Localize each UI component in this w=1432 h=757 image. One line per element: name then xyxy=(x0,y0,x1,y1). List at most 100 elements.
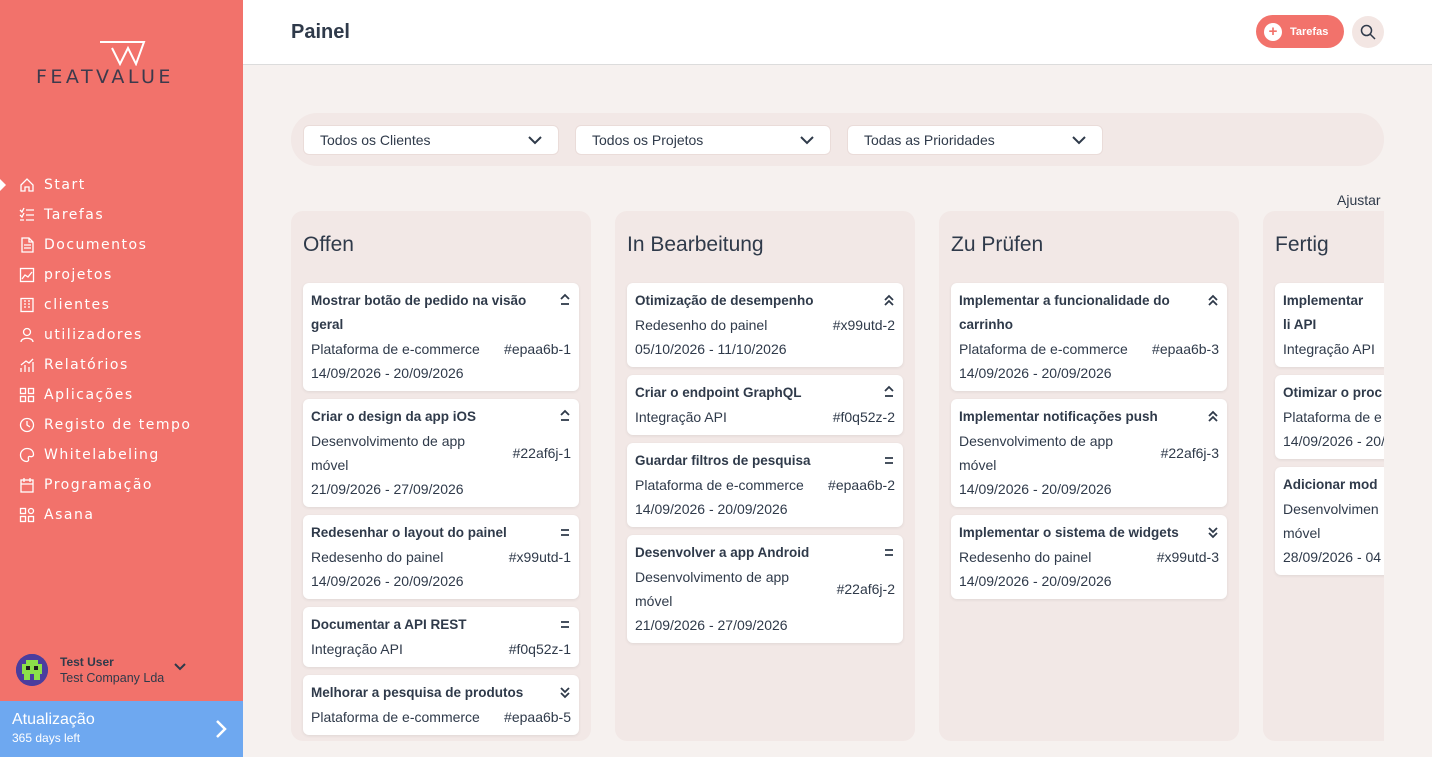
sidebar-item-asana[interactable]: Asana xyxy=(0,500,243,530)
priority-urgent-icon xyxy=(1208,294,1218,306)
top-header: Painel + Tarefas xyxy=(243,0,1432,65)
task-dates: 21/09/2026 - 27/09/2026 xyxy=(635,617,788,633)
filter-bar: Todos os Clientes Todos os Projetos Toda… xyxy=(291,113,1384,166)
upgrade-title: Atualização xyxy=(12,711,95,728)
apps-icon xyxy=(18,386,36,404)
task-card[interactable]: Otimização de desempenho Redesenho do pa… xyxy=(627,283,903,367)
chevron-down-icon xyxy=(800,135,814,144)
task-project: Redesenho do painel xyxy=(311,549,444,565)
sidebar-item-label: Relatórios xyxy=(44,357,129,373)
project-filter-select[interactable]: Todos os Projetos xyxy=(575,125,831,155)
search-button[interactable] xyxy=(1352,16,1384,48)
task-title: Implementar notificações push xyxy=(959,409,1158,424)
sidebar-item-users[interactable]: utilizadores xyxy=(0,320,243,350)
asana-icon xyxy=(18,506,36,524)
priority-medium-icon xyxy=(561,529,569,536)
add-task-button[interactable]: + Tarefas xyxy=(1256,15,1344,48)
task-title: Documentar a API REST xyxy=(311,617,467,632)
upgrade-banner[interactable]: Atualização 365 days left xyxy=(0,701,243,757)
page-title: Painel xyxy=(291,21,350,43)
column-title: Offen xyxy=(303,233,354,256)
task-card[interactable]: Implementar a funcionalidade do carrinho… xyxy=(951,283,1227,391)
timer-icon xyxy=(18,416,36,434)
column-title: Zu Prüfen xyxy=(951,233,1044,256)
logo-mark-icon xyxy=(100,41,146,66)
task-project: Plataforma de e-commerce xyxy=(311,709,480,725)
task-card[interactable]: Otimizar o proc Plataforma de e 14/09/20… xyxy=(1275,375,1384,459)
priority-high-icon xyxy=(884,385,894,397)
sidebar: FEATVALUE Start Tarefas Documentos proje… xyxy=(0,0,243,757)
task-card[interactable]: Guardar filtros de pesquisa Plataforma d… xyxy=(627,443,903,527)
task-card[interactable]: Desenvolver a app Android Desenvolviment… xyxy=(627,535,903,643)
brush-icon xyxy=(18,446,36,464)
task-meta: Desenvolvimen móvel xyxy=(1283,497,1384,545)
sidebar-nav: Start Tarefas Documentos projetos client… xyxy=(0,170,243,530)
task-project: Integração API xyxy=(635,409,727,425)
sidebar-item-clients[interactable]: clientes xyxy=(0,290,243,320)
sidebar-item-label: projetos xyxy=(44,267,113,283)
sidebar-item-schedule[interactable]: Programação xyxy=(0,470,243,500)
priority-filter-select[interactable]: Todas as Prioridades xyxy=(847,125,1103,155)
task-card[interactable]: Criar o endpoint GraphQL Integração API #… xyxy=(627,375,903,435)
task-id: #22af6j-2 xyxy=(836,581,895,597)
sidebar-item-projects[interactable]: projetos xyxy=(0,260,243,290)
task-card[interactable]: Redesenhar o layout do painel Redesenho … xyxy=(303,515,579,599)
sidebar-item-time-tracking[interactable]: Registo de tempo xyxy=(0,410,243,440)
task-dates: 14/09/2026 - 20/ xyxy=(1283,433,1384,449)
sidebar-item-documents[interactable]: Documentos xyxy=(0,230,243,260)
task-title: Redesenhar o layout do painel xyxy=(311,525,507,540)
task-card[interactable]: Implementar li API Integração API xyxy=(1275,283,1384,367)
task-card[interactable]: Implementar o sistema de widgets Redesen… xyxy=(951,515,1227,599)
brand-logo[interactable]: FEATVALUE xyxy=(36,40,211,90)
chevron-down-icon[interactable] xyxy=(174,658,186,676)
task-meta: Plataforma de e-commerce #epaa6b-3 xyxy=(959,337,1219,361)
user-info: Test User Test Company Lda xyxy=(60,655,164,685)
client-filter-select[interactable]: Todos os Clientes xyxy=(303,125,559,155)
task-title: Criar o endpoint GraphQL xyxy=(635,385,802,400)
task-card[interactable]: Criar o design da app iOS Desenvolviment… xyxy=(303,399,579,507)
search-icon xyxy=(1360,24,1376,40)
sidebar-item-whitelabeling[interactable]: Whitelabeling xyxy=(0,440,243,470)
reports-icon xyxy=(18,356,36,374)
task-dates: 14/09/2026 - 20/09/2026 xyxy=(311,573,464,589)
sidebar-item-apps[interactable]: Aplicações xyxy=(0,380,243,410)
project-filter-value: Todos os Projetos xyxy=(592,132,704,148)
upgrade-days-left: 365 days left xyxy=(12,731,81,745)
priority-urgent-icon xyxy=(884,294,894,306)
task-title: Implementar o sistema de widgets xyxy=(959,525,1179,540)
task-title: Mostrar botão de pedido na visão geral xyxy=(311,293,527,332)
task-card[interactable]: Documentar a API REST Integração API #f0q… xyxy=(303,607,579,667)
sidebar-item-tasks[interactable]: Tarefas xyxy=(0,200,243,230)
task-dates: 28/09/2026 - 04 xyxy=(1283,549,1382,565)
task-card[interactable]: Mostrar botão de pedido na visão geral P… xyxy=(303,283,579,391)
tasks-icon xyxy=(18,206,36,224)
pixel-avatar-icon xyxy=(16,654,48,686)
user-company: Test Company Lda xyxy=(60,671,165,685)
sidebar-item-reports[interactable]: Relatórios xyxy=(0,350,243,380)
plus-icon: + xyxy=(1264,22,1282,41)
task-title: Otimizar o proc xyxy=(1283,385,1383,400)
task-meta: Desenvolvimento de app móvel #22af6j-2 xyxy=(635,565,895,613)
task-id: #x99utd-2 xyxy=(832,317,895,333)
task-meta: Plataforma de e-commerce #epaa6b-5 xyxy=(311,705,571,729)
task-card[interactable]: Implementar notificações push Desenvolvi… xyxy=(951,399,1227,507)
priority-filter-value: Todas as Prioridades xyxy=(864,132,995,148)
task-meta: Plataforma de e-commerce #epaa6b-1 xyxy=(311,337,571,361)
task-card[interactable]: Melhorar a pesquisa de produtos Platafor… xyxy=(303,675,579,735)
task-meta: Integração API #f0q52z-2 xyxy=(635,405,895,429)
task-id: #22af6j-3 xyxy=(1160,445,1219,461)
task-card[interactable]: Adicionar mod Desenvolvimen móvel 28/09/… xyxy=(1275,467,1384,575)
sidebar-item-label: Registo de tempo xyxy=(44,417,192,433)
task-title: Adicionar mod xyxy=(1283,477,1378,492)
home-icon xyxy=(18,176,36,194)
task-project: Desenvolvimento de app móvel xyxy=(311,433,466,473)
task-project: Desenvolvimento de app móvel xyxy=(959,433,1114,473)
sidebar-item-start[interactable]: Start xyxy=(0,170,243,200)
sidebar-item-label: Start xyxy=(44,177,86,193)
column-title: In Bearbeitung xyxy=(627,233,764,256)
task-id: #epaa6b-1 xyxy=(504,341,571,357)
task-meta: Redesenho do painel #x99utd-3 xyxy=(959,545,1219,569)
adjust-button[interactable]: Ajustar xyxy=(1337,192,1381,208)
user-menu[interactable]: Test User Test Company Lda xyxy=(16,652,231,688)
task-project: Integração API xyxy=(311,641,403,657)
